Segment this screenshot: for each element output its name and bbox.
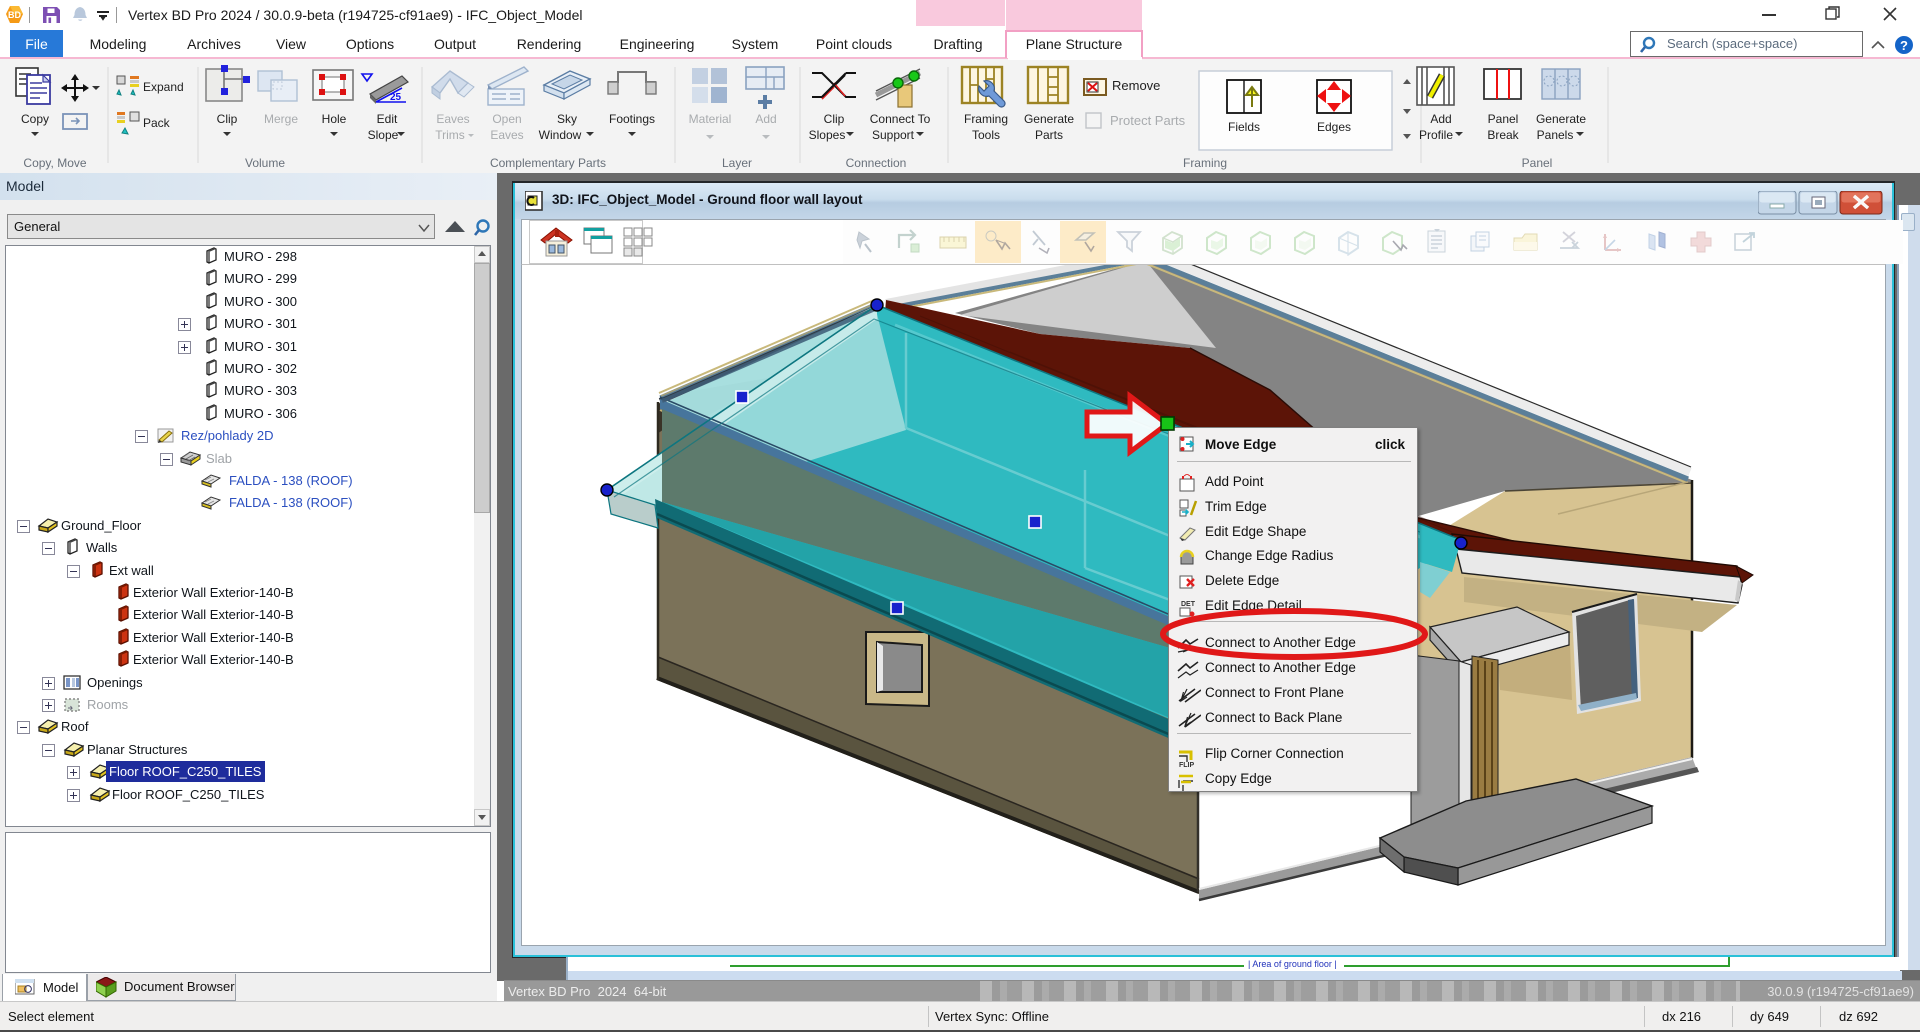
svg-text:Panels: Panels	[1537, 128, 1574, 142]
svg-text:25: 25	[390, 92, 402, 103]
svg-text:Remove: Remove	[1112, 78, 1160, 93]
svg-text:Expand: Expand	[143, 80, 184, 94]
svg-text:Trims: Trims	[435, 128, 465, 142]
svg-text:Connection: Connection	[846, 156, 907, 170]
svg-text:FLIP: FLIP	[1179, 762, 1194, 768]
svg-text:Copy: Copy	[21, 112, 49, 126]
svg-text:Complementary Parts: Complementary Parts	[490, 156, 606, 170]
svg-text:Parts: Parts	[1035, 128, 1063, 142]
svg-text:Volume: Volume	[245, 156, 285, 170]
svg-text:Panel: Panel	[1522, 156, 1553, 170]
svg-text:Framing: Framing	[1183, 156, 1227, 170]
svg-text:Edit: Edit	[377, 112, 398, 126]
svg-text:Break: Break	[1487, 128, 1519, 142]
svg-text:Panel: Panel	[1488, 112, 1519, 126]
svg-text:Fields: Fields	[1228, 120, 1260, 134]
svg-text:Generate: Generate	[1024, 112, 1074, 126]
svg-text:Add: Add	[1430, 112, 1451, 126]
svg-text:?: ?	[1900, 38, 1908, 53]
svg-text:Tools: Tools	[972, 128, 1000, 142]
svg-text:Sky: Sky	[557, 112, 577, 126]
svg-text:Add: Add	[755, 112, 776, 126]
svg-text:Eaves: Eaves	[490, 128, 523, 142]
svg-text:Edges: Edges	[1317, 120, 1351, 134]
svg-text:Material: Material	[689, 112, 732, 126]
svg-text:Merge: Merge	[264, 112, 298, 126]
svg-text:Protect Parts: Protect Parts	[1110, 113, 1186, 128]
svg-text:Connect To: Connect To	[870, 112, 931, 126]
svg-text:Slope: Slope	[368, 128, 399, 142]
svg-text:Copy, Move: Copy, Move	[23, 156, 86, 170]
svg-text:Slopes: Slopes	[809, 128, 846, 142]
svg-text:Layer: Layer	[722, 156, 752, 170]
svg-text:Generate: Generate	[1536, 112, 1586, 126]
svg-text:Pack: Pack	[143, 116, 171, 130]
svg-text:BD: BD	[8, 10, 21, 20]
svg-text:Support: Support	[872, 128, 915, 142]
svg-text:Window: Window	[539, 128, 582, 142]
svg-text:Clip: Clip	[824, 112, 845, 126]
svg-text:Open: Open	[492, 112, 521, 126]
svg-text:Profile: Profile	[1419, 128, 1453, 142]
svg-text:Eaves: Eaves	[436, 112, 469, 126]
svg-text:Hole: Hole	[322, 112, 347, 126]
svg-text:Framing: Framing	[964, 112, 1008, 126]
svg-text:Footings: Footings	[609, 112, 655, 126]
svg-text:Clip: Clip	[217, 112, 238, 126]
